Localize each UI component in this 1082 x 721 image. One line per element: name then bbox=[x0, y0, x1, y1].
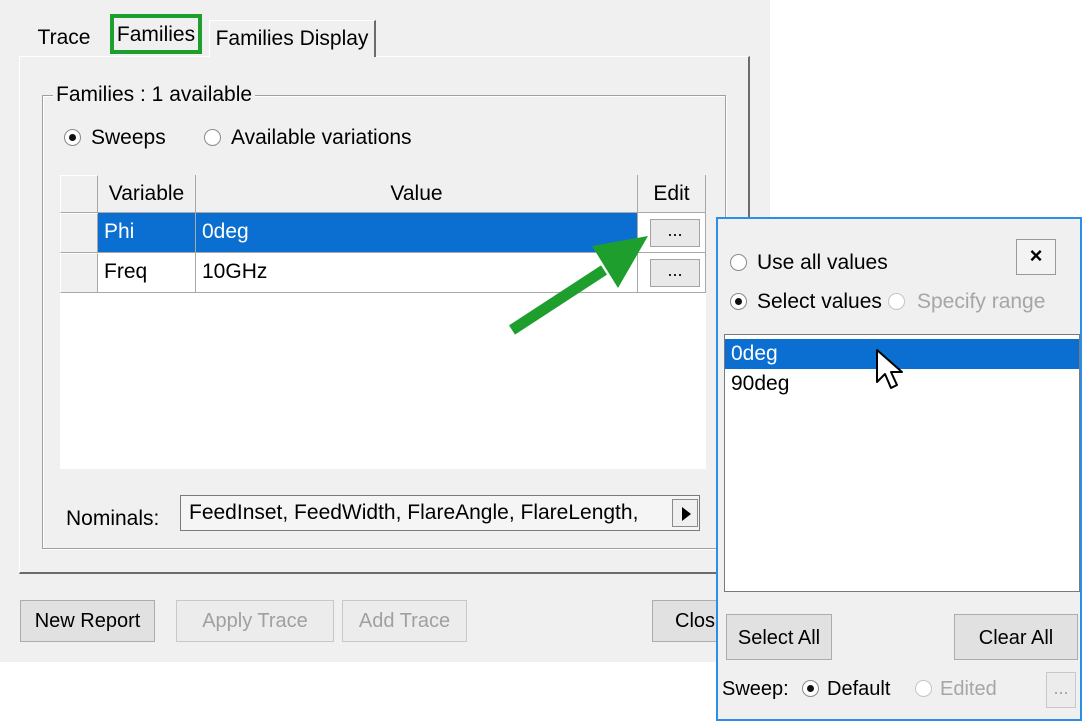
radio-sweeps[interactable]: Sweeps bbox=[64, 126, 166, 150]
cell-value[interactable]: 10GHz bbox=[196, 253, 638, 293]
tab-families[interactable]: Families bbox=[110, 14, 202, 54]
header-value: Value bbox=[196, 175, 638, 213]
radio-specify-range[interactable]: Specify range bbox=[888, 290, 1045, 314]
radio-icon bbox=[802, 680, 819, 697]
cell-variable[interactable]: Phi bbox=[98, 213, 196, 253]
row-header[interactable] bbox=[60, 253, 98, 293]
row-header[interactable] bbox=[60, 213, 98, 253]
radio-available-variations[interactable]: Available variations bbox=[204, 126, 412, 150]
select-all-button[interactable]: Select All bbox=[726, 614, 832, 660]
radio-icon bbox=[915, 680, 932, 697]
sweep-label: Sweep: bbox=[722, 678, 789, 700]
radio-sweep-default[interactable]: Default bbox=[802, 678, 890, 701]
radio-icon bbox=[888, 293, 905, 310]
tab-families-display[interactable]: Families Display bbox=[209, 20, 376, 57]
cell-variable[interactable]: Freq bbox=[98, 253, 196, 293]
tab-trace[interactable]: Trace bbox=[26, 20, 102, 56]
radio-use-all-values[interactable]: Use all values bbox=[730, 251, 888, 275]
radio-icon bbox=[204, 129, 221, 146]
corner-header bbox=[60, 175, 98, 213]
sweep-edit-button[interactable]: ... bbox=[1046, 672, 1076, 708]
nominals-field[interactable]: FeedInset, FeedWidth, FlareAngle, FlareL… bbox=[180, 495, 700, 531]
families-group-title: Families : 1 available bbox=[53, 83, 256, 107]
families-grid: Variable Value Edit Phi 0deg ... Freq 10… bbox=[60, 175, 706, 469]
radio-icon bbox=[730, 293, 747, 310]
add-trace-button[interactable]: Add Trace bbox=[342, 600, 467, 642]
new-report-button[interactable]: New Report bbox=[20, 600, 155, 642]
edit-values-button[interactable]: ... bbox=[650, 259, 700, 287]
right-arrow-icon[interactable] bbox=[672, 499, 698, 527]
clear-all-button[interactable]: Clear All bbox=[954, 614, 1078, 660]
nominals-label: Nominals: bbox=[66, 507, 160, 530]
radio-icon bbox=[64, 129, 81, 146]
apply-trace-button[interactable]: Apply Trace bbox=[176, 600, 334, 642]
close-icon[interactable]: × bbox=[1016, 239, 1056, 275]
header-edit: Edit bbox=[638, 175, 706, 213]
radio-sweep-edited[interactable]: Edited bbox=[915, 678, 997, 701]
cell-value[interactable]: 0deg bbox=[196, 213, 638, 253]
radio-icon bbox=[730, 254, 747, 271]
header-variable: Variable bbox=[98, 175, 196, 213]
radio-select-values[interactable]: Select values bbox=[730, 290, 882, 314]
edit-values-button[interactable]: ... bbox=[650, 219, 700, 247]
cursor-icon bbox=[876, 349, 903, 389]
